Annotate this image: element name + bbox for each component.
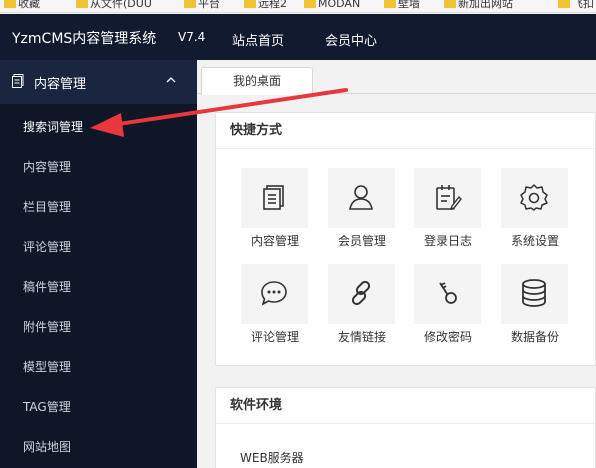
annotation-arrow [90, 88, 348, 137]
